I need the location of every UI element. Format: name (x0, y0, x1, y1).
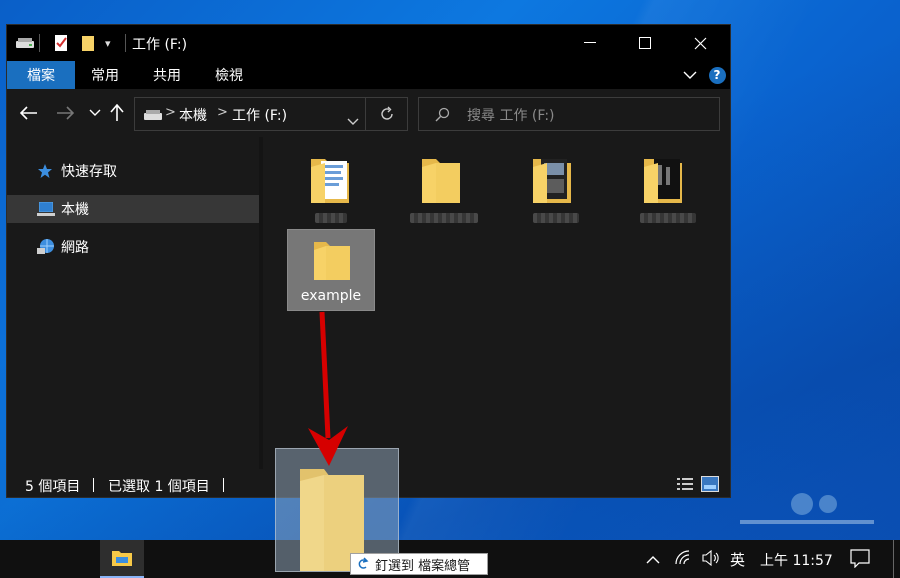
watermark-logo (740, 493, 874, 524)
